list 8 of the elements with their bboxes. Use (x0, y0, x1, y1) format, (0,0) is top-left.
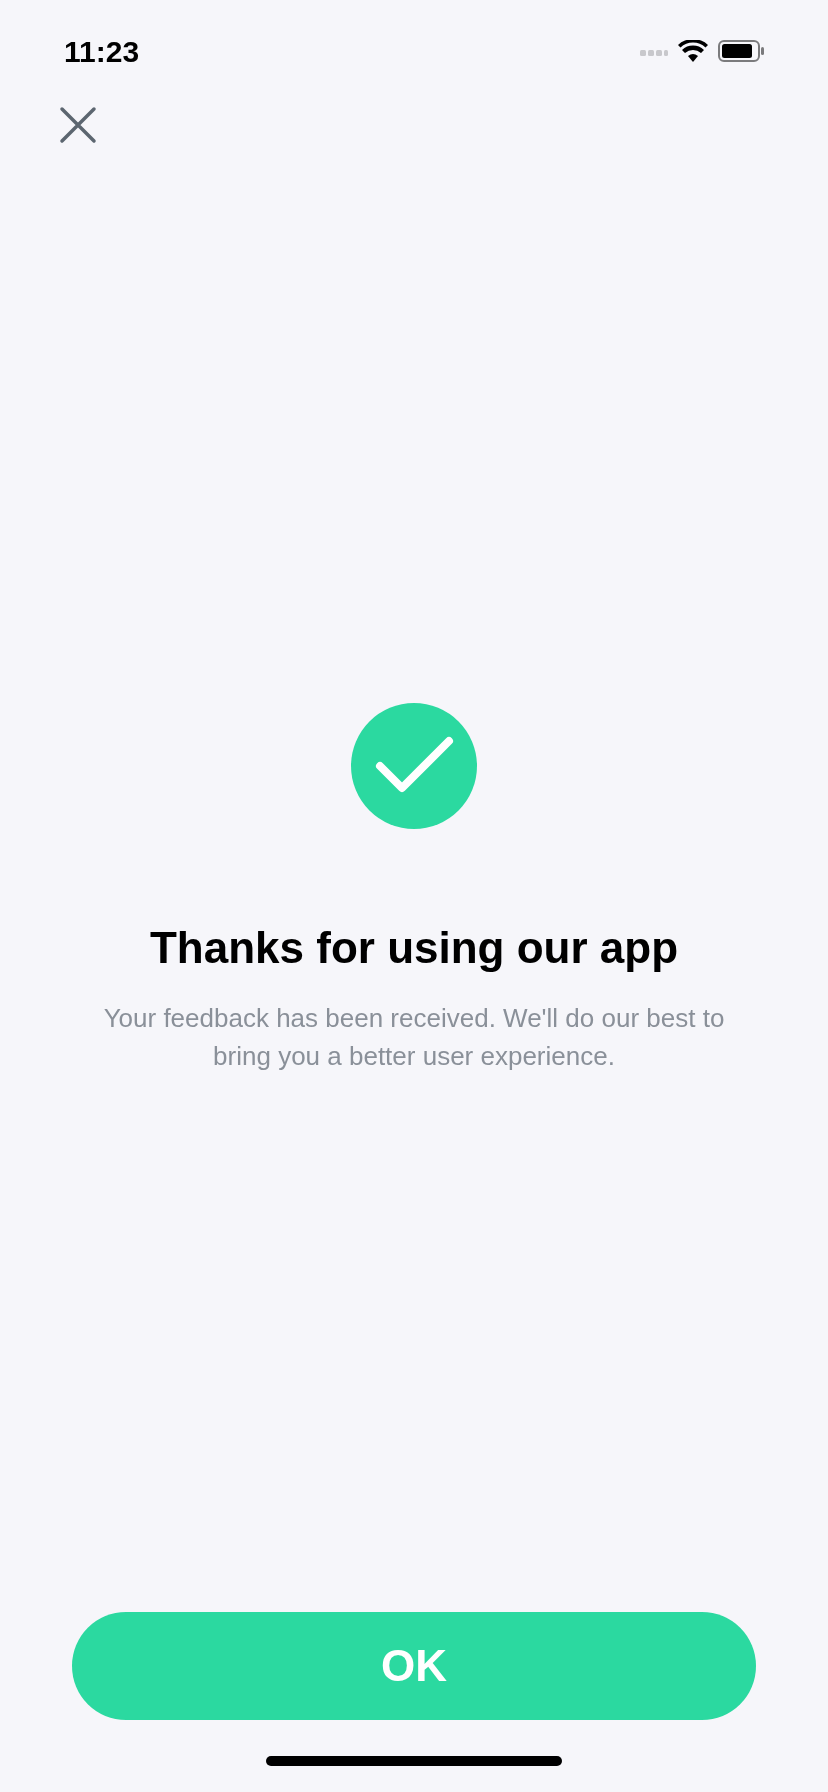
ok-button[interactable]: OK (72, 1612, 756, 1720)
title: Thanks for using our app (150, 921, 678, 974)
battery-icon (718, 40, 764, 62)
message: Your feedback has been received. We'll do our best to bring you a better user experience. (102, 1001, 726, 1073)
wifi-icon (678, 40, 708, 62)
status-time: 11:23 (64, 33, 140, 70)
close-button[interactable] (58, 105, 98, 145)
check-icon (351, 702, 477, 829)
